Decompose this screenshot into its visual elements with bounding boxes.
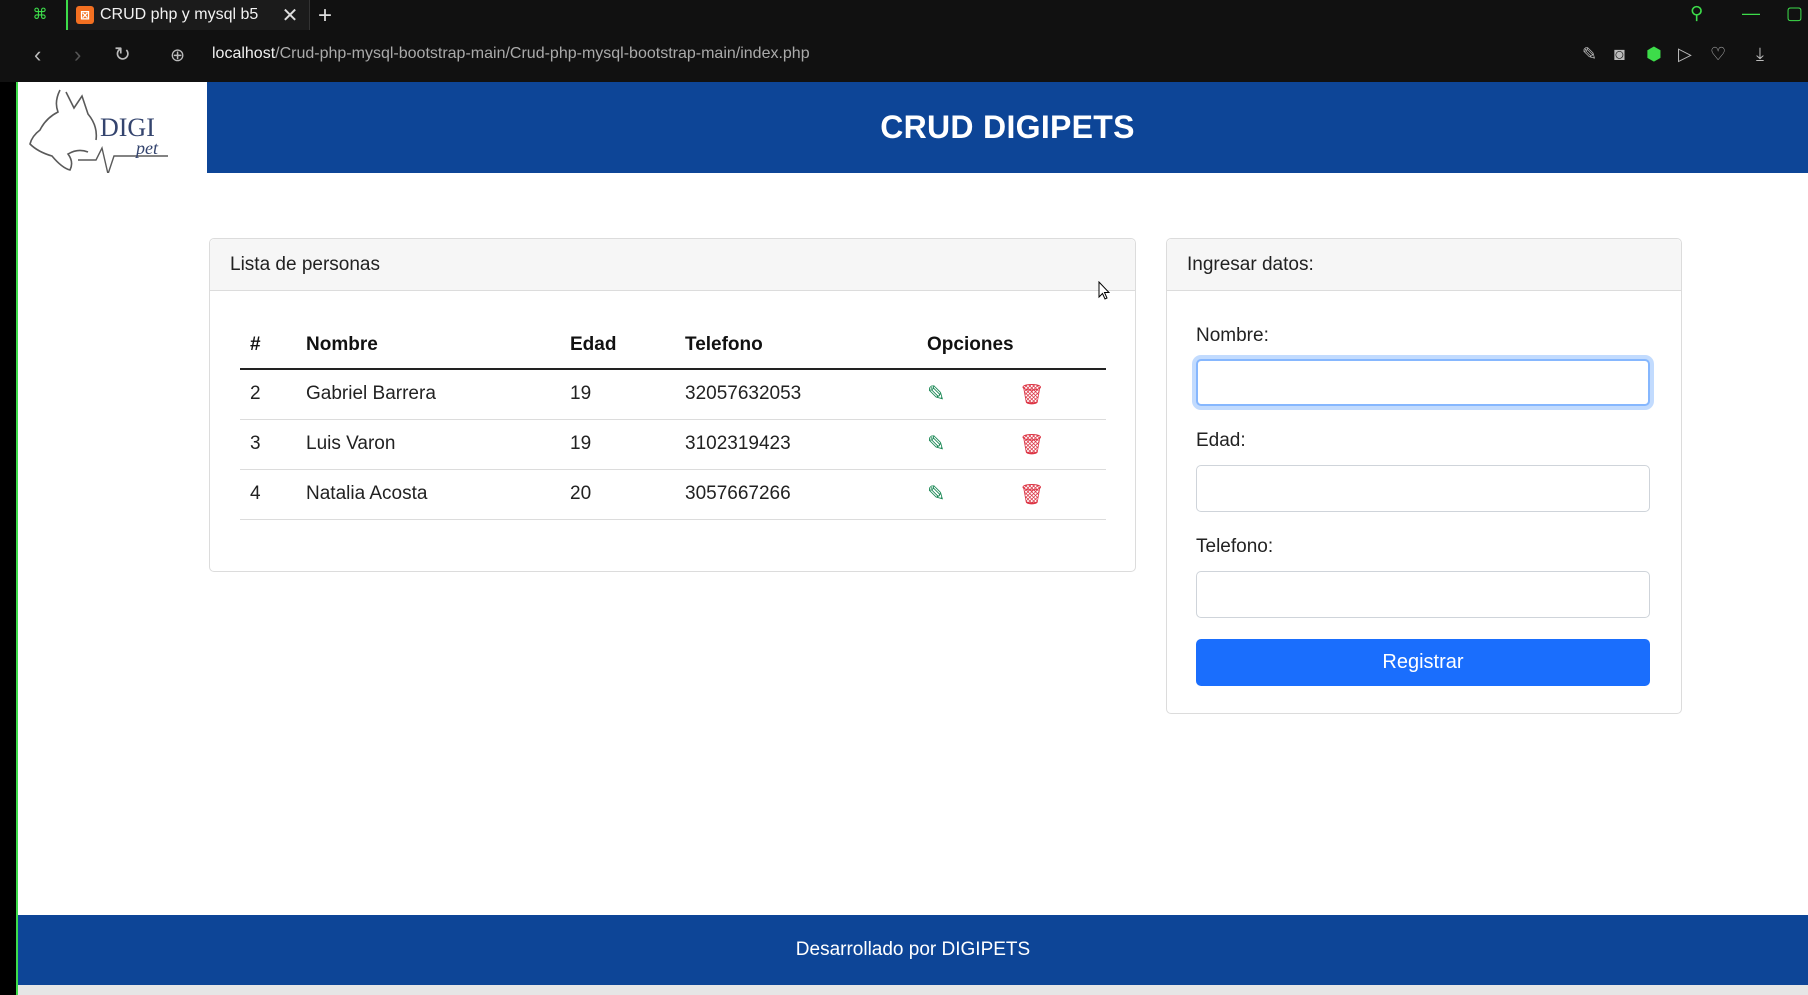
- download-icon[interactable]: ⤓: [1756, 44, 1764, 65]
- delete-cell: 🗑: [1009, 469, 1106, 520]
- url-field[interactable]: localhost/Crud-php-mysql-bootstrap-main/…: [212, 45, 810, 63]
- form-card-title: Ingresar datos:: [1167, 239, 1681, 291]
- cell-id: 3: [240, 419, 296, 470]
- logo-subtext: pet: [134, 138, 159, 158]
- cell-nombre: Gabriel Barrera: [296, 369, 560, 420]
- edad-label: Edad:: [1196, 430, 1246, 451]
- list-card-title: Lista de personas: [210, 239, 1135, 291]
- delete-cell: 🗑: [1009, 369, 1106, 420]
- cell-edad: 19: [560, 369, 675, 420]
- horizontal-scrollbar[interactable]: [18, 985, 1808, 995]
- persons-table: # Nombre Edad Telefono Opciones 2 Gabrie…: [240, 321, 1106, 520]
- browser-tabbar: ⌘ ⊠ CRUD php y mysql b5 ✕ + ⚲ — ▢: [0, 0, 1808, 30]
- edit-cell: ✎: [917, 369, 1009, 420]
- back-icon[interactable]: ‹: [34, 42, 41, 68]
- address-bar: ‹ › ↻ ⊕ localhost/Crud-php-mysql-bootstr…: [0, 30, 1808, 82]
- cell-edad: 19: [560, 419, 675, 470]
- col-edad: Edad: [560, 321, 675, 370]
- shield-icon[interactable]: ⬢: [1646, 44, 1662, 65]
- edit-cell: ✎: [917, 419, 1009, 470]
- form-card: Ingresar datos: Nombre: Edad: Telefono: …: [1166, 238, 1682, 714]
- edad-input[interactable]: [1196, 465, 1650, 512]
- trash-icon[interactable]: 🗑: [1019, 484, 1044, 506]
- send-icon[interactable]: ▷: [1678, 44, 1692, 65]
- url-path: /Crud-php-mysql-bootstrap-main/Crud-php-…: [275, 45, 810, 62]
- footer-text: Desarrollado por DIGIPETS: [795, 939, 1031, 960]
- col-opciones: Opciones: [917, 321, 1106, 370]
- nombre-label: Nombre:: [1196, 325, 1269, 346]
- browser-tab[interactable]: ⊠ CRUD php y mysql b5 ✕: [66, 0, 310, 30]
- col-telefono: Telefono: [675, 321, 917, 370]
- table-row: 2 Gabriel Barrera 19 32057632053 ✎ 🗑: [240, 369, 1106, 420]
- table-row: 4 Natalia Acosta 20 3057667266 ✎ 🗑: [240, 469, 1106, 520]
- telefono-input[interactable]: [1196, 571, 1650, 618]
- trash-icon[interactable]: 🗑: [1019, 434, 1044, 456]
- cell-nombre: Natalia Acosta: [296, 469, 560, 520]
- cell-telefono: 3057667266: [675, 469, 917, 520]
- mouse-cursor-icon: [1098, 281, 1110, 300]
- page-viewport: DIGI pet CRUD DIGIPETS Lista de personas…: [18, 82, 1808, 995]
- edit-cell: ✎: [917, 469, 1009, 520]
- camera-icon[interactable]: ◙: [1614, 44, 1625, 65]
- list-card: Lista de personas # Nombre Edad Telefono…: [209, 238, 1136, 572]
- url-host: localhost: [212, 45, 276, 62]
- reload-icon[interactable]: ↻: [114, 42, 131, 68]
- edit-icon[interactable]: ✎: [927, 381, 945, 406]
- registrar-button[interactable]: Registrar: [1196, 639, 1650, 686]
- edit-icon[interactable]: ✎: [927, 431, 945, 456]
- page-header: DIGI pet CRUD DIGIPETS: [18, 82, 1808, 177]
- nombre-input[interactable]: [1196, 359, 1650, 406]
- page-footer: Desarrollado por DIGIPETS: [18, 915, 1808, 985]
- trash-icon[interactable]: 🗑: [1019, 384, 1044, 406]
- cell-id: 2: [240, 369, 296, 420]
- edit-page-icon[interactable]: ✎: [1582, 44, 1597, 65]
- header-bar: CRUD DIGIPETS: [207, 82, 1808, 173]
- cell-telefono: 3102319423: [675, 419, 917, 470]
- tab-title: CRUD php y mysql b5: [100, 6, 259, 23]
- table-header-row: # Nombre Edad Telefono Opciones: [240, 321, 1106, 370]
- search-icon[interactable]: ⚲: [1690, 3, 1703, 24]
- telefono-label: Telefono:: [1196, 536, 1274, 557]
- cell-nombre: Luis Varon: [296, 419, 560, 470]
- delete-cell: 🗑: [1009, 419, 1106, 470]
- site-info-icon[interactable]: ⊕: [170, 45, 185, 66]
- new-tab-button[interactable]: +: [318, 2, 332, 30]
- cell-id: 4: [240, 469, 296, 520]
- minimize-icon[interactable]: —: [1742, 3, 1760, 24]
- table-row: 3 Luis Varon 19 3102319423 ✎ 🗑: [240, 419, 1106, 470]
- col-id: #: [240, 321, 296, 370]
- pet-logo-icon: DIGI pet: [29, 89, 168, 177]
- workspaces-icon[interactable]: ⌘: [30, 5, 50, 25]
- maximize-icon[interactable]: ▢: [1786, 3, 1803, 24]
- logo: DIGI pet: [18, 82, 207, 177]
- heart-icon[interactable]: ♡: [1710, 44, 1726, 65]
- forward-icon[interactable]: ›: [74, 42, 81, 68]
- page-title: CRUD DIGIPETS: [880, 109, 1135, 145]
- col-nombre: Nombre: [296, 321, 560, 370]
- edit-icon[interactable]: ✎: [927, 481, 945, 506]
- xampp-favicon-icon: ⊠: [76, 6, 94, 24]
- cell-edad: 20: [560, 469, 675, 520]
- cell-telefono: 32057632053: [675, 369, 917, 420]
- tab-close-icon[interactable]: ✕: [279, 3, 301, 28]
